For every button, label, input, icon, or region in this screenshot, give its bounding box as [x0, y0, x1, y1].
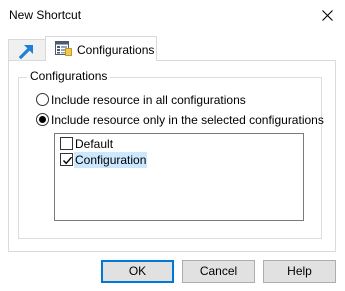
radio-label: Include resource only in the selected co…	[51, 113, 324, 127]
configurations-list[interactable]: Default Configuration	[54, 133, 304, 221]
ok-button[interactable]: OK	[101, 260, 174, 283]
tab-configurations-label: Configurations	[77, 43, 155, 57]
radio-button[interactable]	[36, 93, 49, 106]
radio-button-checked[interactable]	[36, 113, 49, 126]
help-button[interactable]: Help	[263, 260, 336, 283]
list-item-label: Default	[75, 137, 114, 151]
shortcut-arrow-icon	[19, 45, 33, 59]
radio-all-configurations[interactable]: Include resource in all configurations	[36, 92, 276, 108]
list-item-label: Configuration	[74, 152, 148, 168]
tab-shortcut[interactable]	[8, 39, 46, 60]
checkbox-checked[interactable]	[60, 153, 73, 166]
radio-selected-configurations[interactable]: Include resource only in the selected co…	[36, 112, 326, 128]
title-bar: New Shortcut	[0, 0, 345, 30]
group-title: Configurations	[27, 69, 111, 83]
window-title: New Shortcut	[9, 8, 82, 22]
close-button[interactable]	[309, 0, 345, 30]
configurations-icon	[55, 41, 72, 56]
checkbox[interactable]	[60, 137, 73, 150]
checkmark-icon	[62, 156, 73, 165]
tab-configurations[interactable]: Configurations	[45, 36, 157, 61]
close-icon	[322, 10, 333, 21]
cancel-button[interactable]: Cancel	[182, 260, 255, 283]
tab-strip: Configurations	[0, 30, 345, 61]
radio-label: Include resource in all configurations	[51, 93, 246, 107]
